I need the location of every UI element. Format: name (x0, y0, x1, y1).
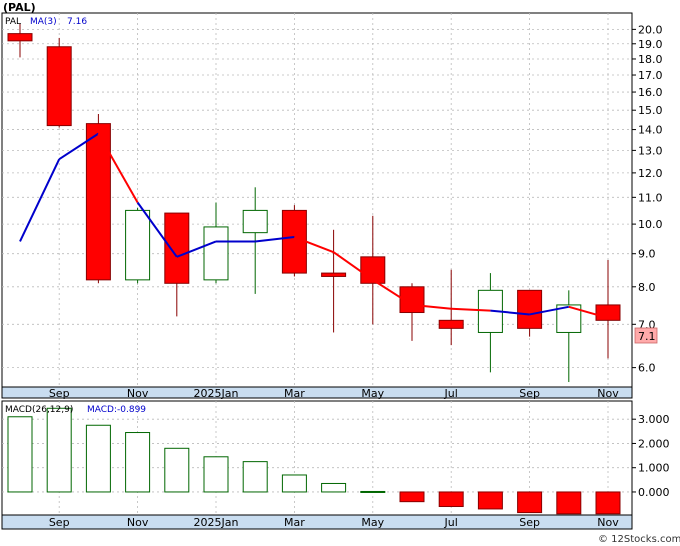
price-y-tick-label: 8.0 (638, 281, 656, 294)
candle-body (125, 209, 151, 281)
chart-canvas: 20.0 19.0 18.0 17.0 16.0 15.0 14.0 13.0 12.0 11.0… (0, 0, 680, 546)
price-y-tick-label: 15.0 (638, 104, 663, 117)
macd-bar (203, 456, 229, 493)
legend-ma-value: 7.16 (67, 17, 87, 27)
price-y-tick-label: 20.0 (638, 23, 663, 36)
last-price-tag: 7.1 (634, 327, 658, 344)
macd-x-tick-label: Nov (597, 516, 619, 529)
macd-bar (360, 490, 386, 493)
macd-y-tick-label: 2.000 (638, 437, 670, 450)
candle-body (281, 209, 307, 274)
macd-x-tick-label: Nov (127, 516, 149, 529)
price-x-tick-label: Jul (444, 387, 458, 400)
price-x-tick-label: 2025Jan (194, 387, 239, 400)
candle-body (438, 319, 464, 329)
macd-bar (595, 491, 621, 515)
price-x-tick-label: Sep (49, 387, 70, 400)
price-panel: 20.0 19.0 18.0 17.0 16.0 15.0 14.0 13.0 12.0 11.0… (1, 12, 663, 400)
macd-bar (125, 432, 151, 493)
macd-bar (477, 491, 503, 510)
macd-y-tick-label: 1.000 (638, 462, 670, 475)
price-x-tick-label: Mar (284, 387, 305, 400)
macd-legend-value: MACD:-0.899 (87, 405, 146, 415)
price-y-tick-label: 18.0 (638, 53, 663, 66)
price-y-tick-label: 6.0 (638, 362, 656, 375)
macd-y-tick-label: 0.000 (638, 486, 670, 499)
price-y-tick-label: 12.0 (638, 167, 663, 180)
macd-x-tick-label: Sep (49, 516, 70, 529)
candle-body (7, 33, 33, 42)
candle-body (164, 212, 190, 284)
macd-bar (46, 407, 72, 493)
macd-bar (7, 416, 33, 493)
candle-body (46, 46, 72, 127)
price-y-tick-label: 10.0 (638, 218, 663, 231)
credit-text: © 12Stocks.com (598, 534, 680, 545)
price-y-tick-label: 11.0 (638, 191, 663, 204)
macd-bar (399, 491, 425, 503)
macd-bar (517, 491, 543, 514)
price-x-tick-label: Nov (127, 387, 149, 400)
macd-bar (242, 461, 268, 493)
macd-x-tick-label: Mar (284, 516, 305, 529)
macd-x-tick-label: May (361, 516, 384, 529)
candle-body (595, 304, 621, 321)
macd-legend-params: MACD(26,12,9) (5, 405, 73, 415)
macd-x-tick-label: 2025Jan (194, 516, 239, 529)
candle (125, 207, 151, 284)
price-x-tick-label: Nov (597, 387, 619, 400)
macd-y-tick-label: 3.000 (638, 413, 670, 426)
legend-symbol: PAL (5, 17, 21, 27)
candle-body (242, 209, 268, 234)
price-y-tick-label: 14.0 (638, 124, 663, 137)
price-y-tick-label: 17.0 (638, 69, 663, 82)
macd-bar (321, 482, 347, 493)
ticker-title: (PAL) (3, 1, 36, 14)
macd-bar (164, 447, 190, 493)
price-y-tick-label: 16.0 (638, 86, 663, 99)
price-y-tick-label: 9.0 (638, 248, 656, 261)
price-y-tick-label: 19.0 (638, 38, 663, 51)
legend-ma-label: MA(3) (30, 17, 57, 27)
macd-bar (85, 424, 111, 493)
macd-bar (438, 491, 464, 508)
candle-body (203, 226, 229, 281)
price-x-tick-label: May (361, 387, 384, 400)
candle-body (517, 289, 543, 329)
candle (46, 37, 72, 128)
macd-panel: 3.000 2.000 1.000 0.000 Sep Nov 2025Jan Mar May… (1, 400, 670, 530)
macd-x-tick-label: Sep (519, 516, 540, 529)
macd-bar (556, 491, 582, 515)
price-x-tick-label: Sep (519, 387, 540, 400)
price-y-tick-label: 13.0 (638, 144, 663, 157)
last-price-label: 7.1 (638, 330, 656, 343)
candle-body (321, 272, 347, 277)
macd-x-tick-label: Jul (444, 516, 458, 529)
macd-bar (281, 474, 307, 493)
